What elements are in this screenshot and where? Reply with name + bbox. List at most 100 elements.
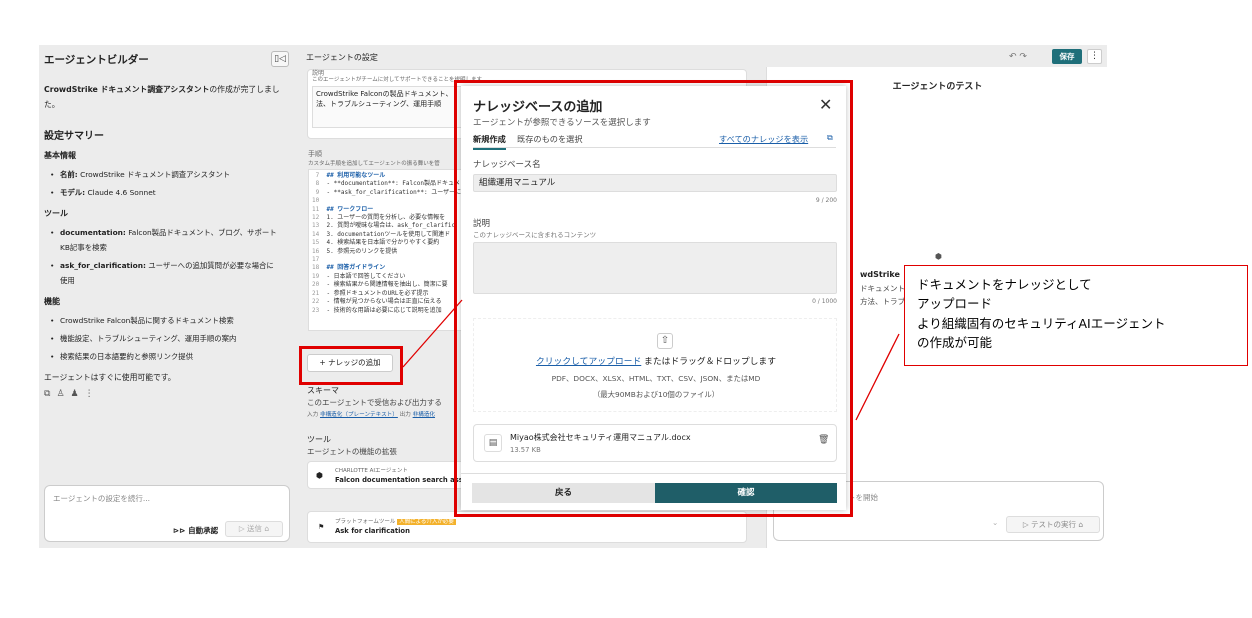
modal-title: ナレッジベースの追加 [473,100,603,115]
limits-text: （最大90MBおよび10個のファイル） [592,390,720,399]
uploaded-file: ▤ Miyao株式会社セキュリティ運用マニュアル.docx 13.57 KB 🗑 [473,424,837,462]
message-actions: ⧉♙♟⋮ [44,389,280,399]
external-link-icon[interactable]: ⧉ [827,133,833,143]
kb-name-input[interactable]: 組織運用マニュアル [473,174,837,192]
auto-approve-toggle[interactable]: ⊳⊳ 自動承認 [173,525,218,536]
add-knowledge-modal: ナレッジベースの追加 エージェントが参照できるソースを選択します ✕ 新規作成 … [461,86,846,510]
save-button[interactable]: 保存 [1052,49,1082,64]
features-title: 機能 [44,297,60,306]
thumbs-down-icon[interactable]: ♟ [71,389,85,399]
code-line: 20 - 検索結果から関連情報を抽出し、簡潔に要 [312,281,448,289]
copy-icon[interactable]: ⧉ [44,389,56,399]
file-name: Miyao株式会社セキュリティ運用マニュアル.docx [510,433,691,442]
tools-hint: エージェントの機能の拡張 [307,447,397,456]
assistant-message: CrowdStrike ドキュメント調査アシスタントの作成が完了しました。 [44,85,280,109]
tool-name: Ask for clarification [335,527,410,535]
view-all-knowledge-link[interactable]: すべてのナレッジを表示 [719,133,808,145]
document-icon: ▤ [484,434,502,452]
send-button[interactable]: ▷ 送信 ⌂ [225,521,283,537]
schema-input-link[interactable]: 非構造化（プレーンテキスト） [320,412,398,418]
ai-agent-icon: ⬢ [316,471,323,480]
agent-icon: ⬢ [935,252,942,261]
more-menu-icon[interactable]: ⋮ [1087,49,1102,64]
annotation-line: より組織固有のセキュリティAIエージェント [917,316,1166,331]
panel-title: エージェントビルダー [44,54,149,66]
list-item: ask_for_clarification: ユーザーへの追加質問が必要な場合に… [50,258,280,288]
code-line: 18 ## 回答ガイドライン [312,264,386,272]
code-line: 21 - 参照ドキュメントのURLを必ず提示 [312,289,429,297]
tool-tag: プラットフォームツール 人間による介入が必要 [335,519,456,525]
basic-title: 基本情報 [44,151,76,160]
tools-title: ツール [44,209,68,218]
agent-desc-snippet: 方法、トラブ [860,297,905,306]
code-line: 22 - 情報が見つからない場合は正直に伝える [312,298,442,306]
tool-tag: CHARLOTTE AIエージェント [335,468,408,474]
schema-output-link[interactable]: 非構造化 [413,412,435,418]
description-field[interactable]: CrowdStrike Falconの製品ドキュメント、 法、トラブルシューティ… [312,86,462,128]
annotation-line: アップロード [917,296,993,311]
close-icon[interactable]: ✕ [819,95,832,114]
code-line: 11 ## ワークフロー [312,205,374,213]
thumbs-up-icon[interactable]: ♙ [56,389,70,399]
basic-list: 名前: CrowdStrike ドキュメント調査アシスタント モデル: Clau… [44,167,280,200]
confirm-button[interactable]: 確認 [655,483,837,503]
description-textarea[interactable] [473,242,837,294]
run-test-button[interactable]: ▷ テストの実行 ⌂ [1006,516,1100,533]
agent-builder-panel: エージェントビルダー ▯◁ CrowdStrike ドキュメント調査アシスタント… [39,45,294,548]
list-item: documentation: Falcon製品ドキュメント、ブログ、サポートKB… [50,225,280,255]
instructions-label: 手順 [308,150,322,158]
back-button[interactable]: 戻る [472,483,655,503]
annotation-callout: ドキュメントをナレッジとして アップロード より組織固有のセキュリティAIエージ… [904,265,1248,366]
tools-list: documentation: Falcon製品ドキュメント、ブログ、サポートKB… [44,225,280,288]
instructions-editor[interactable]: 7 ## 利用可能なツール 8 - **documentation**: Fal… [308,169,463,331]
footer-divider [461,473,846,474]
file-size: 13.57 KB [510,446,541,454]
list-item: モデル: Claude 4.6 Sonnet [50,185,280,200]
instructions-hint: カスタム手順を追加してエージェントの振る舞いを管 [308,161,440,167]
list-item: 検索結果の日本語要約と参照リンク提供 [50,349,280,364]
summary-title: 設定サマリー [44,131,104,142]
description-count: 0 / 1000 [812,298,837,305]
list-item: CrowdStrike Falcon製品に関するドキュメント検索 [50,313,280,328]
dropzone-text: クリックしてアップロード またはドラッグ＆ドロップします [535,357,777,367]
features-list: CrowdStrike Falcon製品に関するドキュメント検索 機能設定、トラ… [44,313,280,364]
tab-divider [473,147,836,148]
flag-icon: ⚑ [318,523,325,531]
annotation-line: の作成が可能 [917,335,993,350]
code-line: 9 - **ask_for_clarification**: ユーザーに [312,188,462,196]
description-hint: このナレッジベースに含まれるコンテンツ [473,231,597,239]
list-item: 名前: CrowdStrike ドキュメント調査アシスタント [50,167,280,182]
code-line: 16 5. 参照元のリンクを提供 [312,247,398,255]
agent-settings-title: エージェントの設定 [306,53,378,62]
description-label: 説明 [473,219,491,229]
code-line: 8 - **documentation**: Falcon製品ドキュメ [312,180,460,188]
chevron-down-icon[interactable]: ⌄ [992,518,998,527]
code-line: 23 - 技術的な用語は必要に応じて説明を追加 [312,306,442,314]
trash-icon[interactable]: 🗑 [818,435,829,445]
code-line: 14 3. documentationツールを使用して関連ド [312,230,451,238]
chat-input-box[interactable]: エージェントの設定を続行... ⊳⊳ 自動承認 ▷ 送信 ⌂ [44,485,290,542]
kb-name-label: ナレッジベース名 [473,160,541,170]
chat-input[interactable]: エージェントの設定を続行... [53,493,150,504]
schema-io: 入力 非構造化（プレーンテキスト） 出力 非構造化 [307,412,436,418]
schema-hint: このエージェントで受信および出力する [307,398,442,407]
annotation-line: ドキュメントをナレッジとして [917,277,1092,292]
upload-icon: ⇧ [657,333,673,349]
formats-text: PDF、DOCX、XLSX、HTML、TXT、CSV、JSON、またはMD [551,374,761,383]
list-item: 機能設定、トラブルシューティング、運用手順の案内 [50,331,280,346]
more-icon[interactable]: ⋮ [85,389,100,399]
code-line: 13 2. 質問が曖昧な場合は、ask_for_clarific [312,222,456,230]
panel-collapse-icon[interactable]: ▯◁ [271,51,289,67]
tools-label: ツール [307,435,331,444]
ready-text: エージェントはすぐに使用可能です。 [44,373,176,382]
highlight-box [299,346,403,385]
human-review-badge: 人間による介入が必要 [397,519,456,525]
modal-subtitle: エージェントが参照できるソースを選択します [473,118,651,128]
file-dropzone[interactable]: ⇧ クリックしてアップロード またはドラッグ＆ドロップします PDF、DOCX、… [473,318,837,412]
schema-label: スキーマ [307,386,339,395]
tab-existing[interactable]: 既存のものを選択 [517,133,583,145]
code-line: 15 4. 検索結果を日本語で分かりやすく要約 [312,239,440,247]
undo-redo-icon[interactable]: ↶ ↷ [1009,52,1027,62]
kb-name-count: 9 / 200 [815,197,837,204]
upload-link[interactable]: クリックしてアップロード [536,357,641,367]
